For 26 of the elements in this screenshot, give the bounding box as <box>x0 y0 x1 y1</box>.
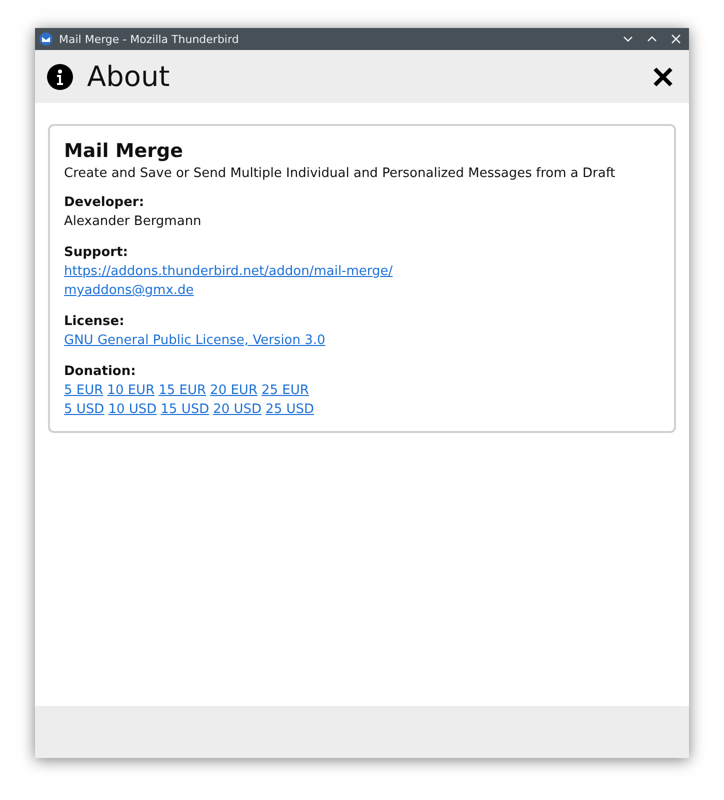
section-label: Donation: <box>64 363 137 381</box>
link[interactable]: 15 USD <box>160 400 210 419</box>
close-icon[interactable] <box>669 32 683 46</box>
link[interactable]: GNU General Public License, Version 3.0 <box>64 331 326 350</box>
addon-name: Mail Merge <box>64 140 184 162</box>
link[interactable]: 20 EUR <box>210 381 258 400</box>
link[interactable]: 25 USD <box>266 400 314 419</box>
link[interactable]: 25 EUR <box>261 381 309 400</box>
window-title: Mail Merge - Mozilla Thunderbird <box>59 32 240 46</box>
link[interactable]: 10 USD <box>108 400 157 419</box>
link[interactable]: myaddons@gmx.de <box>64 281 194 300</box>
link[interactable]: 20 USD <box>213 400 262 419</box>
link[interactable]: 5 EUR <box>64 381 104 400</box>
link[interactable]: 15 EUR <box>158 381 206 400</box>
section-label: Support: <box>64 244 129 262</box>
section-value: Alexander Bergmann <box>64 213 202 231</box>
link[interactable]: 10 EUR <box>107 381 155 400</box>
addon-description: Create and Save or Send Multiple Individual and Personalized Messages from a Draft <box>64 166 616 181</box>
link[interactable]: 5 USD <box>64 400 104 419</box>
app-icon <box>39 32 53 46</box>
section-label: Developer: <box>64 194 146 212</box>
section-label: License: <box>64 313 126 331</box>
info-icon <box>47 64 73 90</box>
close-button[interactable] <box>651 64 675 88</box>
link[interactable]: https://addons.thunderbird.net/addon/mail-merge/ <box>64 262 393 281</box>
page-title: About <box>87 60 171 93</box>
